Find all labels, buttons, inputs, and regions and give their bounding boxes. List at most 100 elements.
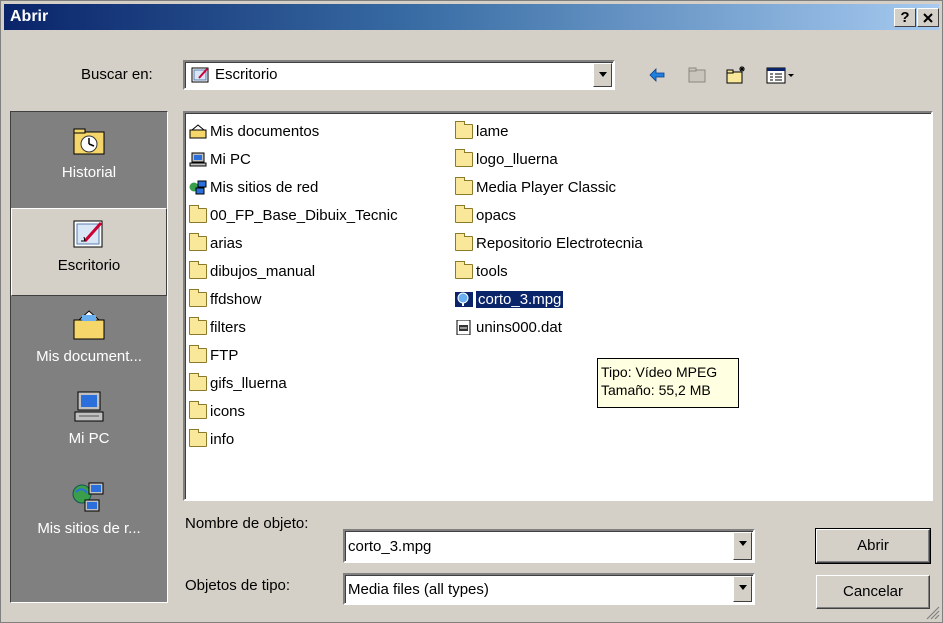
list-item-selected[interactable]: corto_3.mpg	[455, 290, 564, 310]
close-button[interactable]	[917, 8, 939, 27]
folder-icon	[455, 205, 473, 223]
folder-icon	[189, 205, 207, 223]
resize-grip-icon[interactable]	[926, 606, 940, 620]
place-label: Mis sitios de r...	[37, 520, 141, 537]
dat-file-icon	[456, 320, 471, 335]
folder-icon	[189, 345, 207, 363]
list-item[interactable]: tools	[455, 261, 508, 282]
file-name: info	[210, 431, 235, 448]
look-in-dropdown[interactable]: Escritorio	[183, 60, 615, 90]
place-history[interactable]: Historial	[11, 124, 167, 206]
list-item[interactable]: lame	[455, 121, 509, 142]
new-folder-icon[interactable]	[725, 64, 747, 86]
folder-icon	[455, 177, 473, 195]
list-item[interactable]: logo_lluerna	[455, 149, 558, 170]
folder-icon	[189, 317, 207, 335]
file-name: corto_3.mpg	[476, 291, 564, 308]
place-label: Escritorio	[57, 257, 121, 274]
list-item[interactable]: unins000.dat	[455, 318, 562, 338]
network-places-icon	[72, 482, 104, 512]
desktop-icon	[191, 67, 209, 83]
file-name: unins000.dat	[476, 319, 562, 336]
file-name: lame	[476, 123, 509, 140]
desktop-icon	[73, 220, 103, 248]
look-in-value: Escritorio	[215, 66, 278, 83]
folder-icon	[455, 149, 473, 167]
file-name: Media Player Classic	[476, 179, 617, 196]
list-item[interactable]: arias	[189, 233, 243, 254]
folder-icon	[455, 261, 473, 279]
back-icon[interactable]	[646, 64, 668, 86]
folder-icon	[189, 373, 207, 391]
file-name: tools	[476, 263, 508, 280]
folder-icon	[189, 429, 207, 447]
file-name: Mis documentos	[210, 123, 320, 140]
filetype-value: Media files (all types)	[348, 581, 489, 598]
list-item[interactable]: Repositorio Electrotecnia	[455, 233, 643, 254]
folder-icon	[189, 261, 207, 279]
filename-label: Nombre de objeto:	[185, 515, 309, 532]
file-name: FTP	[210, 347, 239, 364]
open-dialog: Abrir ? Buscar en: Escritorio Historial …	[0, 0, 943, 623]
media-file-icon	[455, 292, 473, 307]
filetype-dropdown[interactable]: Media files (all types)	[343, 573, 755, 605]
file-name: 00_FP_Base_Dibuix_Tecnic	[210, 207, 398, 224]
places-bar: Historial Escritorio Mis document... Mi …	[10, 111, 168, 603]
tooltip-type: Tipo: Vídeo MPEG	[601, 364, 718, 380]
list-item[interactable]: gifs_lluerna	[189, 373, 287, 394]
list-item[interactable]: icons	[189, 401, 246, 422]
list-item[interactable]: 00_FP_Base_Dibuix_Tecnic	[189, 205, 398, 226]
file-name: Mis sitios de red	[210, 179, 319, 196]
file-info-tooltip: Tipo: Vídeo MPEG Tamaño: 55,2 MB	[597, 358, 739, 408]
view-menu-icon[interactable]	[765, 64, 795, 86]
folder-icon	[189, 289, 207, 307]
folder-icon	[189, 233, 207, 251]
place-desktop[interactable]: Escritorio	[11, 208, 167, 296]
list-item[interactable]: dibujos_manual	[189, 261, 315, 282]
place-label: Mi PC	[68, 430, 110, 447]
place-network[interactable]: Mis sitios de r...	[11, 480, 167, 562]
list-item[interactable]: opacs	[455, 205, 517, 226]
folder-icon	[189, 401, 207, 419]
dialog-title: Abrir	[10, 8, 49, 25]
filename-combobox[interactable]: corto_3.mpg	[343, 529, 755, 563]
my-documents-icon	[73, 310, 105, 340]
network-places-icon	[189, 180, 207, 195]
file-name: filters	[210, 319, 246, 336]
file-name: arias	[210, 235, 243, 252]
file-name: opacs	[476, 207, 517, 224]
my-computer-icon	[74, 391, 104, 422]
look-in-label: Buscar en:	[81, 66, 153, 83]
filetype-label: Objetos de tipo:	[185, 577, 291, 594]
filename-dropdown-button[interactable]	[733, 532, 752, 560]
list-item[interactable]: FTP	[189, 345, 239, 366]
filetype-dropdown-button[interactable]	[733, 576, 752, 602]
help-button[interactable]: ?	[894, 8, 916, 27]
title-bar[interactable]: Abrir ?	[4, 4, 939, 30]
close-icon	[923, 13, 933, 23]
file-name: gifs_lluerna	[210, 375, 287, 392]
list-item[interactable]: filters	[189, 317, 246, 338]
list-item[interactable]: info	[189, 429, 235, 450]
list-item[interactable]: Mis documentos	[189, 122, 319, 142]
open-button[interactable]: Abrir	[815, 528, 931, 564]
cancel-button[interactable]: Cancelar	[816, 575, 930, 609]
file-name: Repositorio Electrotecnia	[476, 235, 643, 252]
folder-icon	[455, 233, 473, 251]
file-list[interactable]: Mis documentos Mi PC Mis sitios de red 0…	[183, 111, 933, 501]
place-label: Historial	[61, 164, 117, 181]
look-in-dropdown-button[interactable]	[593, 63, 612, 87]
file-name: icons	[210, 403, 246, 420]
my-documents-icon	[189, 124, 207, 139]
place-my-computer[interactable]: Mi PC	[11, 390, 167, 472]
history-icon	[73, 128, 105, 155]
list-item[interactable]: ffdshow	[189, 289, 262, 310]
list-item[interactable]: Mi PC	[189, 150, 251, 170]
place-my-documents[interactable]: Mis document...	[11, 308, 167, 390]
folder-icon	[455, 121, 473, 139]
list-item[interactable]: Mis sitios de red	[189, 178, 318, 198]
file-name: ffdshow	[210, 291, 262, 308]
place-label: Mis document...	[36, 348, 142, 365]
list-item[interactable]: Media Player Classic	[455, 177, 617, 198]
up-folder-icon[interactable]	[687, 64, 709, 86]
